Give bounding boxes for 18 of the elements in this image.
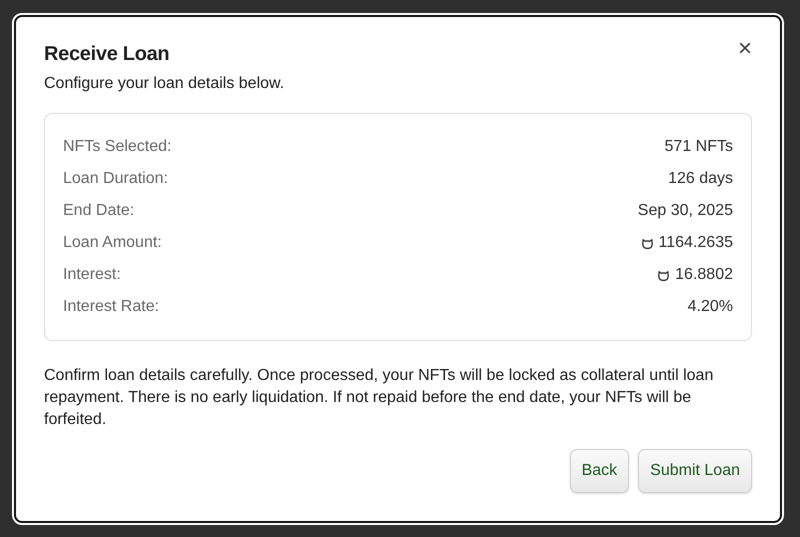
detail-label: Loan Amount: <box>63 234 162 252</box>
dialog-title: Receive Loan <box>44 43 170 66</box>
detail-label: End Date: <box>63 202 134 220</box>
detail-label: NFTs Selected: <box>63 138 172 156</box>
detail-value: 571 NFTs <box>664 138 733 156</box>
detail-label: Loan Duration: <box>63 170 168 188</box>
detail-value: 1164.2635 <box>658 234 733 252</box>
action-button[interactable]: Back <box>570 449 630 493</box>
detail-value: 126 days <box>668 170 733 188</box>
dialog-subtitle: Configure your loan details below. <box>44 75 286 93</box>
detail-value: Sep 30, 2025 <box>638 202 733 220</box>
detail-value: 16.8802 <box>675 266 733 284</box>
detail-label: Interest Rate: <box>63 298 160 316</box>
detail-label: Interest: <box>63 266 121 284</box>
detail-value: 4.20% <box>688 298 733 316</box>
notice-text: Confirm loan details carefully. Once processed, your NFTs will be locked as collateral until loan repayment. There is no early liquidation. If not repaid before the end date, your NFTs will be forfeited. <box>44 366 714 430</box>
action-button[interactable]: Submit Loan <box>638 449 752 493</box>
close-button[interactable]: × <box>734 39 752 59</box>
